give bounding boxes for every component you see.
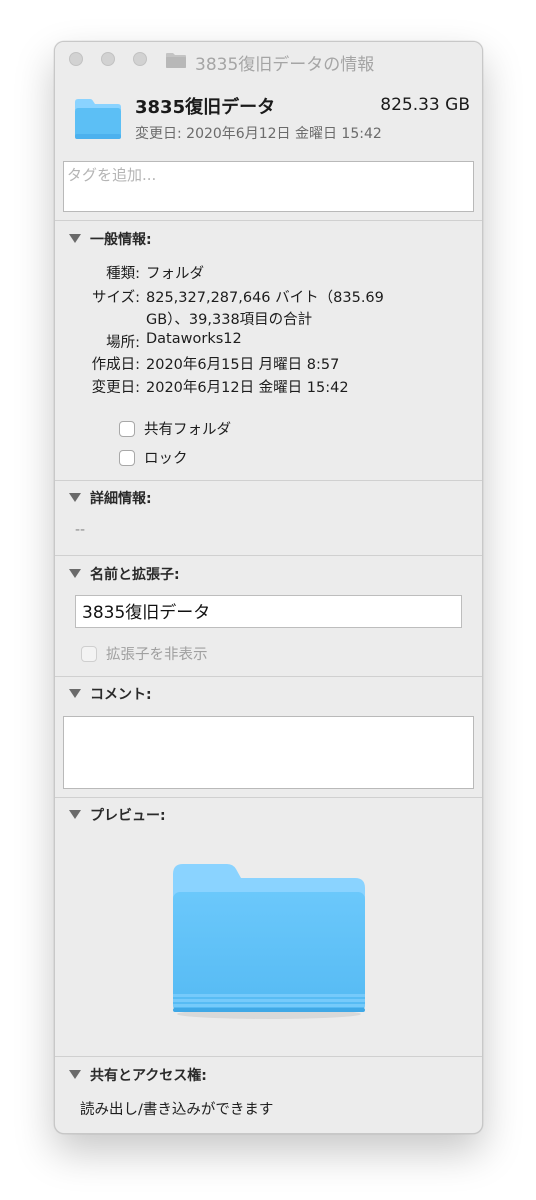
divider (55, 220, 482, 221)
name-field[interactable] (75, 595, 473, 628)
modified-value: 2020年6月12日 金曜日 15:42 (146, 380, 349, 396)
comments-section-toggle[interactable]: コメント: (69, 684, 152, 704)
size-value: 825,327,287,646 バイト（835.69 (146, 290, 384, 306)
disclosure-triangle-icon[interactable] (69, 493, 81, 502)
hide-extension-label: 拡張子を非表示 (106, 647, 208, 663)
shared-folder-checkbox[interactable] (119, 421, 135, 437)
disclosure-triangle-icon[interactable] (69, 569, 81, 578)
lock-label: ロック (144, 451, 188, 467)
divider (55, 797, 482, 798)
modified-label: 変更日: (91, 380, 140, 396)
permission-text: 読み出し/書き込みができます (80, 1102, 274, 1118)
item-name: 3835復旧データ (135, 97, 276, 118)
comments-field[interactable] (63, 716, 474, 789)
item-modified-date: 変更日: 2020年6月12日 金曜日 15:42 (135, 126, 382, 142)
size-value-cont: GB）、39,338項目の合計 (146, 312, 313, 328)
divider (55, 555, 482, 556)
general-heading: 一般情報: (90, 232, 152, 248)
general-section-toggle[interactable]: 一般情報: (69, 229, 152, 249)
created-label: 作成日: (91, 357, 140, 373)
minimize-button[interactable] (101, 52, 115, 66)
divider (55, 676, 482, 677)
name-input[interactable] (76, 596, 473, 624)
disclosure-triangle-icon[interactable] (69, 810, 81, 819)
location-label: 場所: (106, 335, 140, 351)
comments-heading: コメント: (90, 687, 152, 703)
tags-field[interactable] (63, 161, 479, 212)
details-section-toggle[interactable]: 詳細情報: (69, 488, 152, 508)
hide-extension-checkbox (81, 646, 97, 662)
info-row-size: サイズ: 825,327,287,646 バイト（835.69 (55, 286, 482, 306)
divider (55, 480, 482, 481)
shared-folder-label: 共有フォルダ (144, 422, 231, 438)
details-value: -- (75, 522, 86, 538)
tags-input[interactable] (64, 162, 479, 188)
preview-heading: プレビュー: (90, 808, 166, 824)
lock-checkbox-row[interactable]: ロック (119, 447, 188, 468)
kind-value: フォルダ (146, 266, 204, 282)
folder-preview-icon (173, 864, 365, 1019)
folder-icon (75, 99, 121, 139)
info-row-kind: 種類: フォルダ (55, 262, 482, 282)
shared-folder-checkbox-row[interactable]: 共有フォルダ (119, 418, 231, 439)
disclosure-triangle-icon[interactable] (69, 689, 81, 698)
created-value: 2020年6月15日 月曜日 8:57 (146, 357, 340, 373)
title-folder-icon (166, 53, 186, 68)
size-label: サイズ: (92, 290, 140, 306)
info-row-size-cont: GB）、39,338項目の合計 (55, 308, 482, 328)
disclosure-triangle-icon[interactable] (69, 1070, 81, 1079)
location-value: Dataworks12 (146, 331, 242, 347)
item-size: 825.33 GB (380, 95, 470, 115)
hide-extension-row: 拡張子を非表示 (81, 643, 208, 664)
name-ext-heading: 名前と拡張子: (90, 567, 180, 583)
info-row-modified: 変更日: 2020年6月12日 金曜日 15:42 (55, 376, 482, 396)
disclosure-triangle-icon[interactable] (69, 234, 81, 243)
kind-label: 種類: (106, 266, 140, 282)
divider (55, 1056, 482, 1057)
info-row-created: 作成日: 2020年6月15日 月曜日 8:57 (55, 353, 482, 373)
close-button[interactable] (69, 52, 83, 66)
info-row-location: 場所: Dataworks12 (55, 331, 482, 351)
title-bar[interactable]: 3835復旧データの情報 (55, 42, 482, 78)
get-info-window: 3835復旧データの情報 3835復旧データ 825.33 GB 変更日: 20… (54, 41, 483, 1134)
sharing-heading: 共有とアクセス権: (90, 1068, 207, 1084)
lock-checkbox[interactable] (119, 450, 135, 466)
zoom-button[interactable] (133, 52, 147, 66)
comments-textarea[interactable] (64, 717, 473, 788)
name-ext-section-toggle[interactable]: 名前と拡張子: (69, 564, 180, 584)
window-title: 3835復旧データの情報 (195, 55, 375, 75)
details-heading: 詳細情報: (90, 491, 152, 507)
preview-section-toggle[interactable]: プレビュー: (69, 805, 166, 825)
sharing-section-toggle[interactable]: 共有とアクセス権: (69, 1065, 207, 1085)
